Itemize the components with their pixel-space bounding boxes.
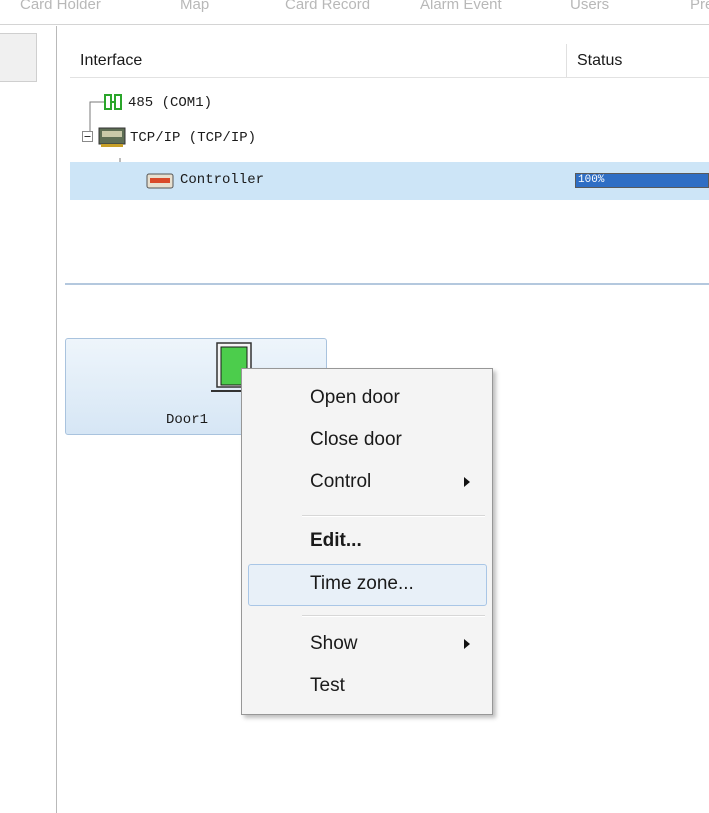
panel-divider xyxy=(56,26,57,813)
tree-label: Controller xyxy=(180,172,265,188)
door-label: Door1 xyxy=(166,412,209,428)
menu-item-label: Time zone... xyxy=(310,573,414,594)
progress-label: 100% xyxy=(578,174,605,186)
tab-map[interactable]: Map xyxy=(180,0,209,12)
splitter[interactable] xyxy=(65,283,709,285)
status-progress-bar: 100% xyxy=(575,173,709,188)
menu-separator xyxy=(302,615,485,617)
left-panel-edge xyxy=(0,33,37,82)
tab-more[interactable]: Pre xyxy=(690,0,709,12)
tree-label: 485 (COM1) xyxy=(128,95,213,111)
serial-port-icon xyxy=(104,94,122,110)
submenu-arrow-icon xyxy=(464,477,470,487)
collapse-icon[interactable] xyxy=(82,131,94,143)
tree-item-tcpip[interactable]: TCP/IP (TCP/IP) xyxy=(70,123,709,153)
column-separator[interactable] xyxy=(566,44,567,77)
controller-icon xyxy=(146,173,174,189)
tree-item-485-com1[interactable]: 485 (COM1) xyxy=(70,88,709,118)
column-header-interface[interactable]: Interface xyxy=(80,52,142,70)
submenu-arrow-icon xyxy=(464,639,470,649)
menu-item-control[interactable]: Control xyxy=(242,465,492,499)
column-header-status[interactable]: Status xyxy=(577,52,622,70)
tab-card-record[interactable]: Card Record xyxy=(285,0,370,12)
tab-card-holder[interactable]: Card Holder xyxy=(20,0,101,12)
menu-item-label: Open door xyxy=(310,387,400,408)
network-card-icon xyxy=(98,127,126,147)
menu-item-label: Edit... xyxy=(310,530,362,551)
menu-item-close-door[interactable]: Close door xyxy=(242,423,492,457)
tree-label: TCP/IP (TCP/IP) xyxy=(130,130,257,146)
menu-separator xyxy=(302,515,485,517)
context-menu: Open door Close door Control Edit... Tim… xyxy=(241,368,493,715)
menu-item-edit[interactable]: Edit... xyxy=(242,524,492,558)
top-menu-bar: Card Holder Map Card Record Alarm Event … xyxy=(0,0,709,25)
tab-alarm-event[interactable]: Alarm Event xyxy=(420,0,502,12)
list-header: Interface Status xyxy=(70,44,709,78)
menu-item-label: Control xyxy=(310,471,372,492)
menu-item-label: Show xyxy=(310,633,358,654)
menu-item-time-zone[interactable]: Time zone... xyxy=(242,564,492,606)
menu-item-show[interactable]: Show xyxy=(242,627,492,661)
menu-item-label: Test xyxy=(310,675,345,696)
menu-item-test[interactable]: Test xyxy=(242,669,492,703)
tab-users[interactable]: Users xyxy=(570,0,609,12)
menu-item-label: Close door xyxy=(310,429,402,450)
menu-item-open-door[interactable]: Open door xyxy=(242,381,492,415)
